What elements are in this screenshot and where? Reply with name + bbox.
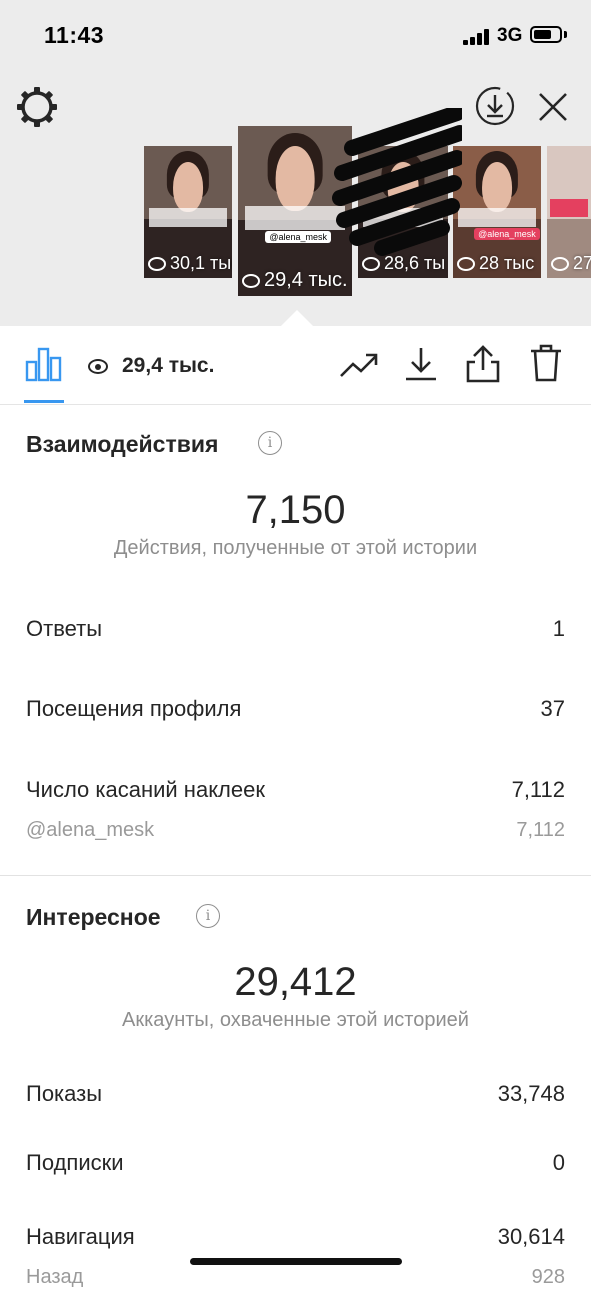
mention-sticker: @alena_mesk xyxy=(265,231,332,244)
signal-icon xyxy=(463,29,491,45)
metric-row: Посещения профиля 37 xyxy=(26,696,565,722)
delete-trash-icon[interactable] xyxy=(529,343,563,383)
metric-subrow: @alena_mesk 7,112 xyxy=(26,819,565,842)
status-time: 11:43 xyxy=(44,22,105,48)
discovery-title: Интересное xyxy=(26,904,161,930)
metric-subvalue: 928 xyxy=(531,1266,565,1288)
discovery-caption: Аккаунты, охваченные этой историей xyxy=(122,1009,469,1031)
selected-pointer xyxy=(281,310,313,326)
metric-value: 7,112 xyxy=(511,777,565,802)
redaction-scribble xyxy=(332,108,462,256)
download-icon[interactable] xyxy=(404,346,438,382)
eye-icon xyxy=(362,257,380,272)
thumbnail-views: 27 xyxy=(573,253,591,273)
network-type: 3G xyxy=(497,25,523,46)
metric-subrow: Назад 928 xyxy=(26,1266,565,1289)
discovery-total: 29,412 xyxy=(234,960,357,1004)
metric-sublabel: @alena_mesk xyxy=(26,819,155,841)
story-thumbnail-1[interactable]: 30,1 тыс xyxy=(144,146,232,278)
home-indicator[interactable] xyxy=(190,1258,402,1265)
close-icon[interactable] xyxy=(533,87,573,127)
share-icon[interactable] xyxy=(465,344,501,384)
info-icon[interactable]: i xyxy=(258,431,282,455)
interactions-total: 7,150 xyxy=(245,488,346,532)
metric-value: 33,748 xyxy=(497,1081,565,1106)
settings-gear-icon[interactable] xyxy=(14,84,60,130)
metric-label: Посещения профиля xyxy=(26,696,242,721)
story-thumbnail-5[interactable]: 27 xyxy=(547,146,591,278)
mention-sticker: @alena_mesk xyxy=(474,227,540,240)
section-divider xyxy=(0,875,591,876)
info-icon[interactable]: i xyxy=(196,904,220,928)
metric-label: Число касаний наклеек xyxy=(26,777,265,802)
metric-label: Навигация xyxy=(26,1224,135,1249)
metric-value: 0 xyxy=(552,1150,565,1175)
metric-row: Показы 33,748 xyxy=(26,1081,565,1107)
battery-icon xyxy=(530,26,562,43)
eye-icon xyxy=(88,358,108,374)
metric-row: Подписки 0 xyxy=(26,1150,565,1176)
download-circle-icon[interactable] xyxy=(474,85,516,127)
interactions-title: Взаимодействия xyxy=(26,431,219,457)
status-bar: 11:43 3G xyxy=(0,0,591,70)
views-count: 29,4 тыс. xyxy=(88,354,214,378)
story-header-area: 11:43 3G 30,1 ты @alena_mesk 29,4 тыс. 2… xyxy=(0,0,591,326)
thumbnail-views: 28 тыс xyxy=(479,253,535,273)
thumbnail-views: 30,1 тыс xyxy=(170,253,232,273)
interactions-caption: Действия, полученные от этой истории xyxy=(113,537,478,559)
eye-icon xyxy=(551,257,569,272)
bar-chart-icon[interactable] xyxy=(25,346,63,382)
eye-icon xyxy=(457,257,475,272)
trending-up-icon[interactable] xyxy=(339,352,379,380)
eye-icon xyxy=(242,273,260,288)
views-count-text: 29,4 тыс. xyxy=(122,354,215,377)
metric-value: 1 xyxy=(552,616,565,641)
story-thumbnail-4[interactable]: @alena_mesk 28 тыс xyxy=(453,146,541,278)
metric-sublabel: Назад xyxy=(26,1266,84,1288)
metric-value: 37 xyxy=(540,696,565,721)
eye-icon xyxy=(148,257,166,272)
metric-label: Подписки xyxy=(26,1150,124,1175)
thumbnail-views: 29,4 тыс. xyxy=(264,269,348,291)
metric-row: Навигация 30,614 xyxy=(26,1224,565,1250)
insights-toolbar: 29,4 тыс. xyxy=(0,326,591,405)
metric-row: Число касаний наклеек 7,112 xyxy=(26,777,565,803)
metric-row: Ответы 1 xyxy=(26,616,565,642)
metric-subvalue: 7,112 xyxy=(516,819,565,841)
active-tab-indicator xyxy=(24,400,64,403)
metric-label: Показы xyxy=(26,1081,103,1106)
metric-label: Ответы xyxy=(26,616,103,641)
metric-value: 30,614 xyxy=(497,1224,565,1249)
